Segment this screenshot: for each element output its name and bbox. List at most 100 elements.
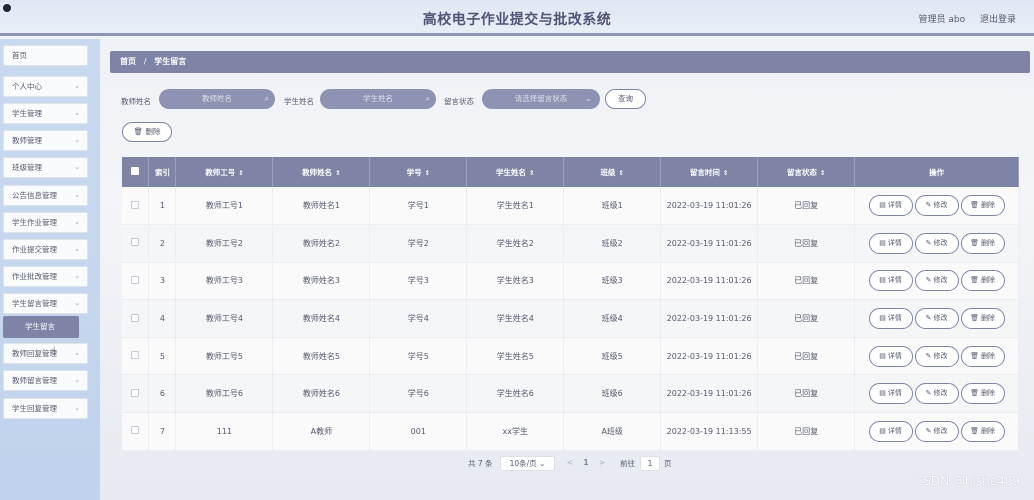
sidebar-item[interactable]: 教师留言管理 ⌄	[3, 370, 88, 391]
status-select[interactable]: 请选择留言状态 ⌄	[482, 89, 600, 109]
cell-student-no: 学号3	[369, 262, 468, 301]
sidebar: 首页个人中心 ⌄ 学生管理 ⌄ 教师管理 ⌄ 班级管理 ⌄ 公告信息管理 ⌄ 学生作业管理 ⌄ 作业提交…	[0, 39, 100, 500]
row-checkbox[interactable]	[131, 275, 140, 284]
row-checkbox-cell[interactable]	[122, 262, 150, 301]
row-checkbox[interactable]	[131, 238, 140, 247]
chevron-down-icon: ⌄	[74, 404, 80, 412]
detail-button[interactable]: ▤ 详情	[868, 308, 913, 330]
pager-nav: < 1 >	[560, 456, 612, 471]
prev-page-button[interactable]: <	[567, 458, 573, 467]
row-checkbox-cell[interactable]	[122, 374, 150, 414]
sidebar-item[interactable]: 学生回复管理 ⌄	[3, 398, 88, 419]
delete-button[interactable]: 🗑 删除	[960, 308, 1005, 330]
next-page-button[interactable]: >	[599, 458, 605, 467]
batch-delete-button[interactable]: 🗑 删除	[122, 122, 172, 142]
sidebar-item[interactable]: 学生管理 ⌄	[3, 103, 88, 124]
detail-button[interactable]: ▤ 详情	[868, 345, 913, 367]
cell-time: 2022-03-19 11:01:26	[660, 187, 759, 226]
trash-icon: 🗑	[970, 426, 979, 435]
row-checkbox[interactable]	[131, 388, 140, 397]
delete-button[interactable]: 🗑 删除	[960, 345, 1005, 367]
cell-time: 2022-03-19 11:13:55	[660, 412, 759, 451]
row-checkbox-cell[interactable]	[122, 224, 150, 263]
teacher-name-input[interactable]: 教师姓名 ⌕	[159, 89, 275, 109]
edit-button[interactable]: ✎ 修改	[914, 195, 959, 217]
status-placeholder: 请选择留言状态	[514, 94, 568, 103]
edit-button[interactable]: ✎ 修改	[914, 308, 959, 330]
user-area: 管理员 abo 退出登录	[907, 12, 1017, 25]
sidebar-subitem-active[interactable]: 学生留言	[3, 316, 79, 338]
sidebar-item[interactable]: 首页	[3, 45, 88, 66]
goto-input[interactable]: 1	[640, 456, 660, 471]
delete-button-label: 删除	[980, 351, 995, 360]
edit-button[interactable]: ✎ 修改	[914, 345, 959, 367]
chevron-down-icon: ⌄	[585, 94, 592, 103]
query-button[interactable]: 查询	[605, 89, 646, 109]
table-row: 3 教师工号3 教师姓名3 学号3 学生姓名3 班级3 2022-03-19 11:01:2…	[122, 262, 1019, 301]
select-all-checkbox[interactable]	[122, 157, 150, 187]
edit-button-label: 修改	[933, 314, 948, 323]
row-checkbox[interactable]	[131, 200, 140, 209]
edit-button[interactable]: ✎ 修改	[914, 420, 959, 442]
col-teacher-no[interactable]: 教师工号 ⇕	[175, 157, 274, 187]
col-time[interactable]: 留言时间 ⇕	[660, 157, 759, 187]
chevron-down-icon: ⌄	[539, 459, 546, 468]
cell-time: 2022-03-19 11:01:26	[660, 374, 759, 414]
cell-status: 已回复	[757, 412, 856, 451]
page-1-button[interactable]: 1	[583, 458, 588, 467]
chevron-down-icon: ⌄	[74, 299, 80, 307]
delete-button[interactable]: 🗑 删除	[960, 270, 1005, 292]
edit-button[interactable]: ✎ 修改	[914, 270, 959, 292]
delete-button[interactable]: 🗑 删除	[960, 232, 1005, 254]
detail-button[interactable]: ▤ 详情	[868, 195, 913, 217]
col-teacher-name[interactable]: 教师姓名 ⇕	[272, 157, 371, 187]
sidebar-item[interactable]: 学生留言管理 ⌄	[3, 293, 88, 314]
col-student-name[interactable]: 学生姓名 ⇕	[466, 157, 565, 187]
delete-button[interactable]: 🗑 删除	[960, 383, 1005, 405]
breadcrumb-home[interactable]: 首页	[120, 57, 136, 66]
edit-button[interactable]: ✎ 修改	[914, 232, 959, 254]
app-title: 高校电子作业提交与批改系统	[422, 12, 612, 28]
row-checkbox[interactable]	[131, 351, 140, 360]
trash-icon: 🗑	[970, 276, 979, 285]
cell-teacher-no: 教师工号3	[175, 262, 274, 301]
sidebar-item[interactable]: 班级管理 ⌄	[3, 157, 88, 178]
cell-teacher-no: 111	[175, 412, 274, 451]
page-size-select[interactable]: 10条/页 ⌄	[500, 456, 555, 471]
detail-button[interactable]: ▤ 详情	[868, 383, 913, 405]
sidebar-item[interactable]: 学生作业管理 ⌄	[3, 212, 88, 233]
cell-teacher-name: 教师姓名6	[272, 374, 371, 414]
cell-student-no: 学号4	[369, 299, 468, 338]
logout-link[interactable]: 退出登录	[980, 15, 1016, 25]
pencil-icon: ✎	[925, 276, 932, 285]
row-checkbox[interactable]	[131, 426, 140, 435]
edit-button[interactable]: ✎ 修改	[914, 383, 959, 405]
col-actions: 操作	[854, 157, 1019, 187]
delete-button[interactable]: 🗑 删除	[960, 420, 1005, 442]
detail-button[interactable]: ▤ 详情	[868, 232, 913, 254]
cell-status: 已回复	[757, 299, 856, 338]
sidebar-item[interactable]: 教师管理 ⌄	[3, 130, 88, 151]
row-checkbox-cell[interactable]	[122, 299, 150, 338]
col-label: 班级	[600, 167, 616, 177]
chevron-down-icon: ⌄	[74, 376, 80, 384]
col-class[interactable]: 班级 ⇕	[563, 157, 662, 187]
row-checkbox-cell[interactable]	[122, 412, 150, 451]
sidebar-item[interactable]: 公告信息管理 ⌄	[3, 185, 88, 206]
cell-index: 1	[148, 187, 177, 226]
sidebar-item[interactable]: 个人中心 ⌄	[3, 76, 88, 97]
sidebar-item[interactable]: 作业批改管理 ⌄	[3, 266, 88, 287]
delete-button[interactable]: 🗑 删除	[960, 195, 1005, 217]
student-name-input[interactable]: 学生姓名 ⌕	[320, 89, 436, 109]
detail-button[interactable]: ▤ 详情	[868, 420, 913, 442]
sidebar-item[interactable]: 作业提交管理 ⌄	[3, 239, 88, 260]
col-status[interactable]: 留言状态 ⇕	[757, 157, 856, 187]
sidebar-item-label: 首页	[12, 51, 27, 60]
row-checkbox-cell[interactable]	[122, 337, 150, 376]
sidebar-item[interactable]: 教师回复管理 ⌄	[3, 343, 88, 364]
row-checkbox-cell[interactable]	[122, 187, 150, 226]
edit-button-label: 修改	[933, 276, 948, 285]
row-checkbox[interactable]	[131, 313, 140, 322]
col-student-no[interactable]: 学号 ⇕	[369, 157, 468, 187]
detail-button[interactable]: ▤ 详情	[868, 270, 913, 292]
